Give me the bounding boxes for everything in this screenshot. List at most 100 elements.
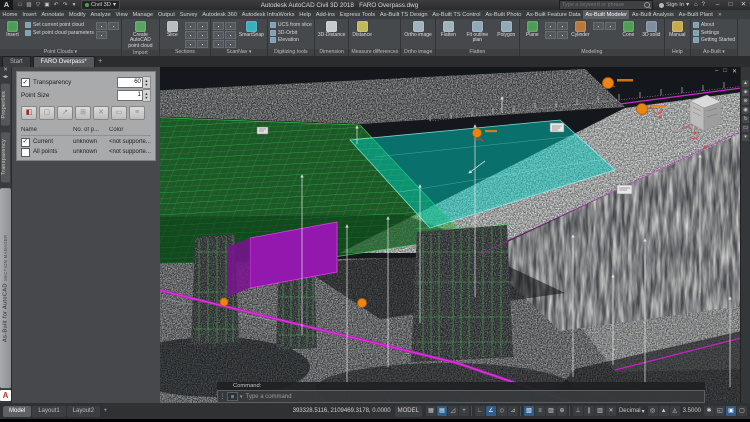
maximize-button[interactable]: □ xyxy=(724,0,737,10)
panel-label-import[interactable]: Import xyxy=(122,50,159,56)
ribbon-tool-button[interactable]: ▪ xyxy=(225,31,236,39)
point-size-input[interactable]: 1 xyxy=(117,90,143,101)
cone-button[interactable]: Cone xyxy=(618,20,639,38)
ribbon-tool-button[interactable]: ▪ xyxy=(197,40,208,48)
palette-tab-properties[interactable]: Properties xyxy=(1,84,10,126)
units-dropdown[interactable]: Decimal ▾ xyxy=(616,408,648,415)
create-autocad-point-cloud-button[interactable]: Create AutoCAD point cloud xyxy=(124,20,157,49)
qat-open-icon[interactable]: ▨ xyxy=(25,1,33,9)
ribbon-tab-home[interactable]: Home xyxy=(0,10,20,19)
panel-label-as-built[interactable]: As-Built ▾ xyxy=(691,49,737,56)
scan-target-cube[interactable] xyxy=(690,95,721,131)
workspace-switching-icon[interactable]: ✱ xyxy=(704,406,714,416)
new-drawing-tab-button[interactable]: + xyxy=(95,57,106,67)
ribbon-tool-button[interactable]: ▪ xyxy=(225,40,236,48)
smartsnap-button[interactable]: SmartSnap xyxy=(238,20,265,38)
selection-cycling-icon[interactable]: ⊕ xyxy=(557,406,567,416)
3d-orbit-button[interactable]: 3D-Orbit xyxy=(270,30,312,36)
ortho-image-button[interactable]: Ortho image xyxy=(403,20,433,38)
model-viewport[interactable]: – □ ✕ ▲◈⊕◉↻▭▾ Command: ⋮ ⊞ ▾ Type a comm… xyxy=(145,67,750,403)
slice-button[interactable]: Slice xyxy=(162,20,183,38)
ribbon-tab-as-built-ts-design[interactable]: As-Built TS Design xyxy=(378,10,430,19)
ribbon-tool-button[interactable]: ▪ xyxy=(225,22,236,30)
dynamic-input-icon[interactable]: + xyxy=(459,406,469,416)
settings-button[interactable]: Settings xyxy=(693,30,735,36)
cylinder-button[interactable]: Cylinder xyxy=(570,20,591,38)
cloud-visible-checkbox[interactable] xyxy=(21,138,30,147)
nav-scroll-up-icon[interactable]: ▲ xyxy=(742,80,749,87)
nav-more-icon[interactable]: ▾ xyxy=(742,134,749,141)
ribbon-tool-button[interactable]: ▪ xyxy=(108,22,119,30)
hardware-acceleration-icon[interactable]: ▣ xyxy=(726,406,736,416)
ribbon-tab-help[interactable]: Help xyxy=(297,10,313,19)
panel-label-measure-differences[interactable]: Measure differences xyxy=(349,49,400,56)
ribbon-tool-button[interactable]: ▪ xyxy=(213,40,224,48)
distance-button[interactable]: Distance xyxy=(351,20,372,38)
ribbon-tab-analyze[interactable]: Analyze xyxy=(88,10,113,19)
grid-view-button[interactable]: ⊞ xyxy=(75,106,91,120)
search-input[interactable] xyxy=(562,2,642,8)
ribbon-tab-survey[interactable]: Survey xyxy=(177,10,199,19)
3d-object-snap-icon[interactable]: ⊥ xyxy=(573,406,583,416)
palette-vertical-title[interactable]: As-Built for AutoCAD SECTION MANAGER xyxy=(0,188,11,388)
tab-overflow-icon[interactable]: » xyxy=(715,10,724,19)
annotation-scale-icon[interactable]: ◬ xyxy=(670,406,680,416)
select-region-button[interactable]: ▢ xyxy=(39,106,55,120)
ribbon-tab-as-built-analysis[interactable]: As-Built Analysis xyxy=(629,10,676,19)
gizmo-icon[interactable]: ✕ xyxy=(606,406,616,416)
dynamic-ucs-icon[interactable]: ∥ xyxy=(584,406,594,416)
ribbon-tool-button[interactable]: ▪ xyxy=(185,31,196,39)
ribbon-tool-button[interactable]: ▪ xyxy=(96,22,107,30)
lineweight-icon[interactable]: ≡ xyxy=(535,406,545,416)
ribbon-tool-button[interactable]: ▪ xyxy=(185,40,196,48)
qat-redo-icon[interactable]: ↷ xyxy=(61,1,69,9)
minimize-button[interactable]: – xyxy=(711,0,724,10)
ribbon-tab-as-built-plant[interactable]: As-Built Plant xyxy=(676,10,715,19)
manual-button[interactable]: Manual xyxy=(667,20,688,38)
qat-undo-icon[interactable]: ↶ xyxy=(52,1,60,9)
isolate-objects-icon[interactable]: ◱ xyxy=(715,406,725,416)
nav-pan-icon[interactable]: ⊕ xyxy=(742,98,749,105)
ribbon-tool-button[interactable]: ▪ xyxy=(545,31,556,39)
viewport-restore-button[interactable]: □ xyxy=(723,68,727,75)
cloud-visible-checkbox[interactable] xyxy=(21,148,30,157)
grid-icon[interactable]: ▦ xyxy=(426,406,436,416)
object-snap-icon[interactable]: ▧ xyxy=(524,406,534,416)
nav-compass-icon[interactable]: ◈ xyxy=(742,89,749,96)
ribbon-tool-button[interactable]: ▪ xyxy=(605,22,616,30)
palette-tab-transparency[interactable]: Transparency xyxy=(1,132,10,182)
layout-tab-layout2[interactable]: Layout2 xyxy=(67,406,100,417)
about-button[interactable]: About xyxy=(693,22,735,28)
layout-tab-layout1[interactable]: Layout1 xyxy=(32,406,65,417)
new-layout-button[interactable]: + xyxy=(101,408,110,414)
layout-tab-model[interactable]: Model xyxy=(3,406,31,417)
panel-label-modeling[interactable]: Modeling xyxy=(520,49,664,56)
panel-label-sections[interactable]: Sections xyxy=(160,49,210,56)
ribbon-tab-modify[interactable]: Modify xyxy=(67,10,89,19)
plane-button[interactable]: Plane xyxy=(522,20,543,38)
ribbon-tab-as-built-photo[interactable]: As-Built Photo xyxy=(483,10,524,19)
ribbon-tool-button[interactable]: ▪ xyxy=(593,22,604,30)
clean-screen-icon[interactable]: ▢ xyxy=(737,406,747,416)
ribbon-tab-as-built-feature-data[interactable]: As-Built Feature Data xyxy=(524,10,583,19)
command-prompt-text[interactable]: Type a command xyxy=(246,394,292,400)
polygon-button[interactable]: Polygon xyxy=(496,20,517,38)
qat-new-icon[interactable]: □ xyxy=(16,1,24,9)
polar-tracking-icon[interactable]: ∠ xyxy=(486,406,496,416)
transparency-toggle-icon[interactable]: ▨ xyxy=(546,406,556,416)
ribbon-tab-output[interactable]: Output xyxy=(155,10,177,19)
viewport-close-button[interactable]: ✕ xyxy=(732,68,737,75)
ribbon-tab-express-tools[interactable]: Express Tools xyxy=(337,10,377,19)
panel-label-dimension[interactable]: Dimension xyxy=(315,49,349,56)
panel-label-digitizing-tools[interactable]: Digitizing tools xyxy=(268,49,314,56)
qat-customize-icon[interactable]: ▾ xyxy=(70,1,78,9)
list-settings-button[interactable]: ≡ xyxy=(129,106,145,120)
set-current-point-cloud-button[interactable]: Set current point cloud xyxy=(25,22,94,28)
point-size-spinner[interactable]: ▲▼ xyxy=(143,89,151,102)
transparency-spinner[interactable]: ▲▼ xyxy=(143,76,151,89)
snap-icon[interactable]: ▤ xyxy=(437,406,447,416)
bounding-box-button[interactable]: ▭ xyxy=(111,106,127,120)
command-line-window[interactable]: Command: ⋮ ⊞ ▾ Type a command xyxy=(217,382,705,403)
ribbon-tab-annotate[interactable]: Annotate xyxy=(39,10,67,19)
infer-constraints-icon[interactable]: ◿ xyxy=(448,406,458,416)
